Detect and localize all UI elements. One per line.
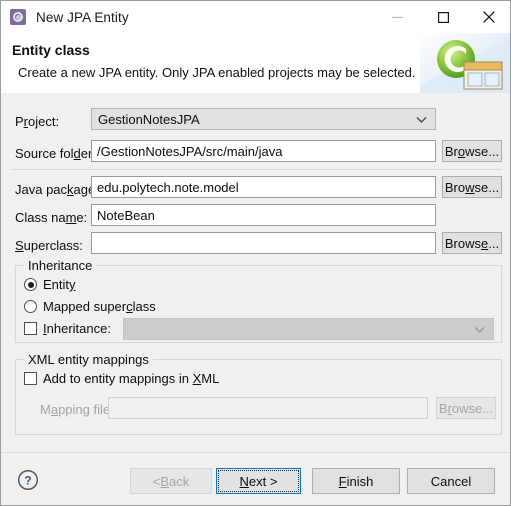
project-combo-value: GestionNotesJPA <box>98 111 200 127</box>
new-jpa-entity-dialog: New JPA Entity Entity class Create a new… <box>0 0 511 506</box>
title-bar: New JPA Entity <box>1 1 510 33</box>
chevron-down-icon <box>416 112 427 127</box>
inheritance-group: Inheritance Entity Mapped superclass Inh… <box>15 258 502 343</box>
mapping-file-label: Mapping file: <box>40 402 114 417</box>
source-folder-label: Source folder: <box>15 146 96 161</box>
svg-text:?: ? <box>24 474 31 488</box>
java-package-label: Java package: <box>15 182 99 197</box>
class-name-value: NoteBean <box>97 207 155 223</box>
java-package-value: edu.polytech.note.model <box>97 179 239 195</box>
entity-radio-label: Entity <box>43 277 76 292</box>
section-divider <box>11 169 502 170</box>
chevron-down-icon <box>474 322 485 337</box>
jpa-entity-gear-icon <box>10 9 26 25</box>
back-button[interactable]: < Back <box>130 468 212 494</box>
java-package-browse-button[interactable]: Bro w se... <box>442 176 502 198</box>
page-title: Entity class <box>12 42 90 58</box>
xml-entity-mappings-group: XML entity mappings Add to entity mappin… <box>15 352 502 435</box>
minimize-button[interactable] <box>374 1 420 33</box>
page-description: Create a new JPA entity. Only JPA enable… <box>18 65 416 80</box>
checkbox-mark <box>24 322 37 335</box>
maximize-button[interactable] <box>420 1 466 33</box>
project-label: Project: <box>15 114 60 129</box>
source-folder-browse-button[interactable]: Br o wse... <box>442 140 502 162</box>
xml-group-title: XML entity mappings <box>24 352 153 367</box>
dialog-body: Project: GestionNotesJPA Source folder: … <box>1 93 510 452</box>
superclass-browse-button[interactable]: Brows e... <box>442 232 502 254</box>
class-name-label: Class name: <box>15 210 88 225</box>
finish-button[interactable]: Finish <box>312 468 400 494</box>
superclass-input[interactable] <box>91 232 436 254</box>
inheritance-strategy-combo[interactable] <box>123 318 494 340</box>
mapped-superclass-radio[interactable]: Mapped superclass <box>24 299 156 314</box>
mapping-file-browse-button[interactable]: Br owse... <box>436 397 496 419</box>
inheritance-checkbox-label: Inheritance: <box>43 321 111 336</box>
superclass-label: Superclass: <box>15 238 83 253</box>
project-combo[interactable]: GestionNotesJPA <box>91 108 436 130</box>
class-name-input[interactable]: NoteBean <box>91 204 436 226</box>
window-title: New JPA Entity <box>36 9 129 25</box>
entity-radio[interactable]: Entity <box>24 277 76 292</box>
radio-mark <box>24 278 37 291</box>
wizard-header: Entity class Create a new JPA entity. On… <box>1 33 510 94</box>
mapped-superclass-radio-label: Mapped superclass <box>43 299 156 314</box>
mapping-file-input[interactable] <box>108 397 428 419</box>
close-button[interactable] <box>466 1 510 33</box>
next-button[interactable]: Next > <box>216 468 301 494</box>
cancel-button[interactable]: Cancel <box>407 468 495 494</box>
checkbox-mark <box>24 372 37 385</box>
help-question-icon[interactable]: ? <box>17 469 39 496</box>
window-controls <box>374 1 510 33</box>
java-package-input[interactable]: edu.polytech.note.model <box>91 176 436 198</box>
source-folder-value: /GestionNotesJPA/src/main/java <box>97 143 283 159</box>
source-folder-input[interactable]: /GestionNotesJPA/src/main/java <box>91 140 436 162</box>
radio-mark <box>24 300 37 313</box>
inheritance-checkbox[interactable]: Inheritance: <box>24 321 111 336</box>
inheritance-group-title: Inheritance <box>24 258 97 273</box>
jpa-entity-banner-icon <box>420 33 510 93</box>
add-to-entity-mappings-label: Add to entity mappings in XML <box>43 371 220 386</box>
add-to-entity-mappings-checkbox[interactable]: Add to entity mappings in XML <box>24 371 219 386</box>
